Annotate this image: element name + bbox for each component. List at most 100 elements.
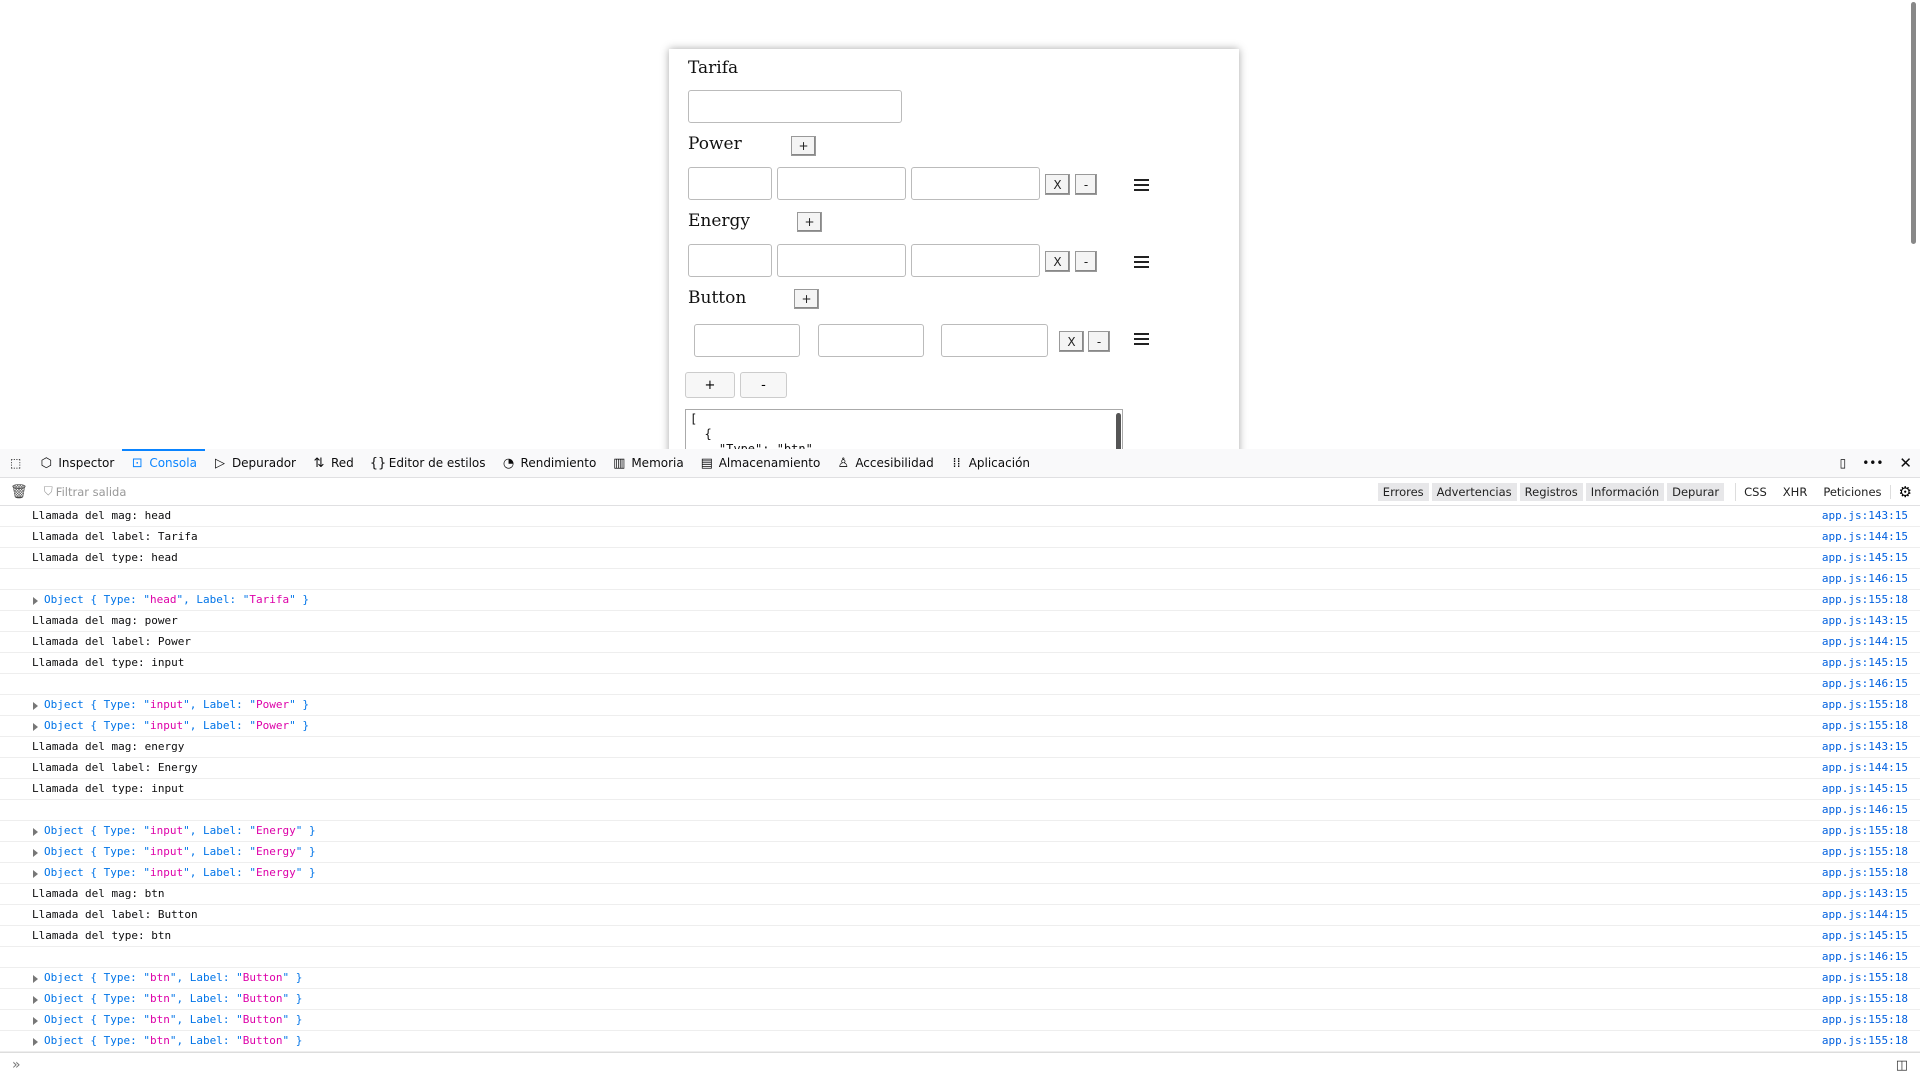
source-location-link[interactable]: app.js:144:15 bbox=[1822, 905, 1908, 925]
tarifa-input[interactable] bbox=[688, 90, 902, 123]
type-filter-button[interactable]: Peticiones bbox=[1815, 485, 1889, 499]
expand-triangle-icon[interactable] bbox=[33, 828, 38, 836]
source-location-link[interactable]: app.js:155:18 bbox=[1822, 716, 1908, 736]
expand-triangle-icon[interactable] bbox=[33, 1038, 38, 1046]
trash-icon[interactable]: 🗑 bbox=[0, 484, 38, 500]
page-scrollbar[interactable] bbox=[1911, 2, 1916, 244]
tab-editor-de-estilos[interactable]: {} Editor de estilos bbox=[362, 449, 494, 478]
remove-section-button[interactable]: - bbox=[740, 372, 787, 398]
expand-triangle-icon[interactable] bbox=[33, 996, 38, 1004]
level-filter-button[interactable]: Advertencias bbox=[1431, 482, 1517, 501]
source-location-link[interactable]: app.js:155:18 bbox=[1822, 842, 1908, 862]
expand-triangle-icon[interactable] bbox=[33, 1017, 38, 1025]
source-location-link[interactable]: app.js:155:18 bbox=[1822, 590, 1908, 610]
source-location-link[interactable]: app.js:144:15 bbox=[1822, 632, 1908, 652]
source-location-link[interactable]: app.js:146:15 bbox=[1822, 947, 1908, 967]
tab-memoria[interactable]: ▥ Memoria bbox=[604, 449, 691, 478]
source-location-link[interactable]: app.js:143:15 bbox=[1822, 611, 1908, 631]
type-filter-button[interactable]: XHR bbox=[1775, 485, 1816, 499]
level-filter-button[interactable]: Registros bbox=[1519, 482, 1583, 501]
tab-inspector[interactable]: ⬡ Inspector bbox=[31, 449, 122, 478]
button-remove-button[interactable]: - bbox=[1088, 331, 1110, 352]
object-preview[interactable]: Object { Type: "input", Label: "Energy" … bbox=[44, 821, 316, 841]
expand-triangle-icon[interactable] bbox=[33, 702, 38, 710]
source-location-link[interactable]: app.js:144:15 bbox=[1822, 758, 1908, 778]
object-preview[interactable]: Object { Type: "input", Label: "Power" } bbox=[44, 695, 309, 715]
source-location-link[interactable]: app.js:155:18 bbox=[1822, 863, 1908, 883]
source-location-link[interactable]: app.js:146:15 bbox=[1822, 569, 1908, 589]
object-preview[interactable]: Object { Type: "input", Label: "Power" } bbox=[44, 716, 309, 736]
energy-drag-handle-icon[interactable] bbox=[1134, 256, 1149, 268]
button-input-3[interactable] bbox=[941, 324, 1048, 357]
source-location-link[interactable]: app.js:146:15 bbox=[1822, 800, 1908, 820]
power-delete-button[interactable]: X bbox=[1045, 174, 1070, 195]
settings-gear-icon[interactable]: ⚙ bbox=[1891, 483, 1920, 501]
expand-triangle-icon[interactable] bbox=[33, 975, 38, 983]
source-location-link[interactable]: app.js:145:15 bbox=[1822, 926, 1908, 946]
expand-triangle-icon[interactable] bbox=[33, 723, 38, 731]
add-section-button[interactable]: + bbox=[685, 372, 735, 398]
power-input-1[interactable] bbox=[688, 167, 772, 200]
button-input-1[interactable] bbox=[694, 324, 800, 357]
source-location-link[interactable]: app.js:155:18 bbox=[1822, 989, 1908, 1009]
button-add-button[interactable]: + bbox=[794, 289, 819, 309]
tab-rendimiento[interactable]: ◔ Rendimiento bbox=[494, 449, 605, 478]
tab-consola[interactable]: ⊡ Consola bbox=[122, 448, 205, 478]
source-location-link[interactable]: app.js:143:15 bbox=[1822, 884, 1908, 904]
power-remove-button[interactable]: - bbox=[1075, 174, 1097, 195]
dock-toggle-icon[interactable]: ▯ bbox=[1832, 449, 1855, 478]
source-location-link[interactable]: app.js:145:15 bbox=[1822, 653, 1908, 673]
tab-almacenamiento[interactable]: ▤ Almacenamiento bbox=[692, 449, 829, 478]
tab-depurador[interactable]: ▷ Depurador bbox=[205, 449, 304, 478]
power-input-2[interactable] bbox=[777, 167, 906, 200]
tab-aplicación[interactable]: ⁞⁞ Aplicación bbox=[942, 449, 1038, 478]
source-location-link[interactable]: app.js:143:15 bbox=[1822, 737, 1908, 757]
energy-input-2[interactable] bbox=[777, 244, 906, 277]
json-output-textarea[interactable]: [ { "Type": "btn" bbox=[685, 409, 1123, 449]
source-location-link[interactable]: app.js:145:15 bbox=[1822, 779, 1908, 799]
level-filter-button[interactable]: Errores bbox=[1377, 482, 1429, 501]
tab-accesibilidad[interactable]: ♙ Accesibilidad bbox=[828, 449, 941, 478]
object-preview[interactable]: Object { Type: "input", Label: "Energy" … bbox=[44, 842, 316, 862]
object-preview[interactable]: Object { Type: "head", Label: "Tarifa" } bbox=[44, 590, 309, 610]
level-filter-button[interactable]: Depurar bbox=[1667, 482, 1725, 501]
console-input[interactable]: » ◫ bbox=[0, 1052, 1920, 1080]
button-input-2[interactable] bbox=[818, 324, 924, 357]
object-preview[interactable]: Object { Type: "btn", Label: "Button" } bbox=[44, 1031, 302, 1051]
object-preview[interactable]: Object { Type: "input", Label: "Energy" … bbox=[44, 863, 316, 883]
filter-input[interactable]: Filtrar salida bbox=[56, 485, 1378, 499]
close-icon[interactable]: ✕ bbox=[1891, 449, 1920, 478]
level-filter-button[interactable]: Información bbox=[1585, 482, 1665, 501]
power-input-3[interactable] bbox=[911, 167, 1040, 200]
expand-triangle-icon[interactable] bbox=[33, 870, 38, 878]
type-filter-button[interactable]: CSS bbox=[1736, 485, 1775, 499]
source-location-link[interactable]: app.js:143:15 bbox=[1822, 506, 1908, 526]
button-delete-button[interactable]: X bbox=[1059, 331, 1084, 352]
power-add-button[interactable]: + bbox=[791, 136, 816, 156]
energy-input-1[interactable] bbox=[688, 244, 772, 277]
power-drag-handle-icon[interactable] bbox=[1134, 179, 1149, 191]
expand-triangle-icon[interactable] bbox=[33, 597, 38, 605]
source-location-link[interactable]: app.js:144:15 bbox=[1822, 527, 1908, 547]
energy-input-3[interactable] bbox=[911, 244, 1040, 277]
source-location-link[interactable]: app.js:155:18 bbox=[1822, 1031, 1908, 1051]
source-location-link[interactable]: app.js:155:18 bbox=[1822, 1010, 1908, 1030]
more-options-icon[interactable]: ••• bbox=[1854, 449, 1891, 478]
editor-mode-icon[interactable]: ◫ bbox=[1896, 1058, 1908, 1073]
button-drag-handle-icon[interactable] bbox=[1134, 333, 1149, 345]
source-location-link[interactable]: app.js:155:18 bbox=[1822, 821, 1908, 841]
tab-red[interactable]: ⇅ Red bbox=[304, 449, 362, 478]
source-location-link[interactable]: app.js:155:18 bbox=[1822, 968, 1908, 988]
expand-triangle-icon[interactable] bbox=[33, 849, 38, 857]
energy-add-button[interactable]: + bbox=[797, 212, 822, 232]
source-location-link[interactable]: app.js:146:15 bbox=[1822, 674, 1908, 694]
object-preview[interactable]: Object { Type: "btn", Label: "Button" } bbox=[44, 968, 302, 988]
source-location-link[interactable]: app.js:155:18 bbox=[1822, 695, 1908, 715]
source-location-link[interactable]: app.js:145:15 bbox=[1822, 548, 1908, 568]
object-preview[interactable]: Object { Type: "btn", Label: "Button" } bbox=[44, 1010, 302, 1030]
energy-remove-button[interactable]: - bbox=[1075, 251, 1097, 272]
energy-delete-button[interactable]: X bbox=[1045, 251, 1070, 272]
object-preview[interactable]: Object { Type: "btn", Label: "Button" } bbox=[44, 989, 302, 1009]
textarea-scrollbar[interactable] bbox=[1116, 413, 1121, 449]
element-picker-icon[interactable]: ⬚ bbox=[0, 449, 31, 478]
